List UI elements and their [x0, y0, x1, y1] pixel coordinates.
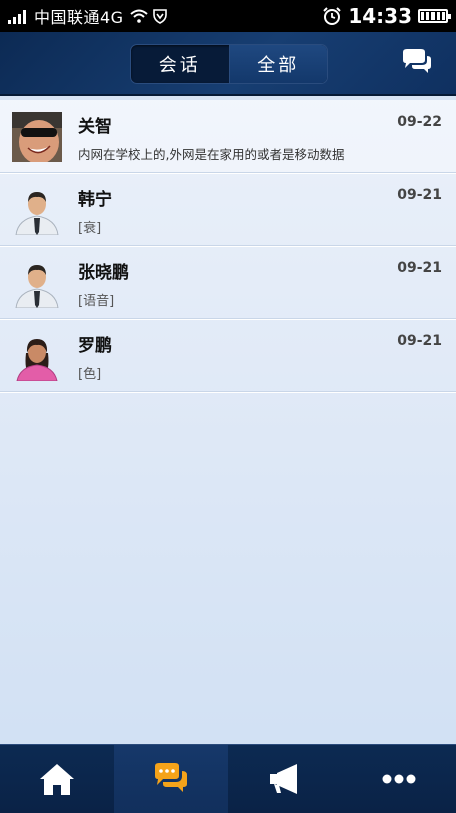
tab-conversations[interactable]: 会话	[131, 45, 229, 83]
message-preview: [衰]	[78, 221, 102, 236]
tab-more[interactable]	[342, 745, 456, 813]
clock: 14:33	[348, 4, 412, 28]
conversation-row[interactable]: 关智 09-22 内网在学校上的,外网是在家用的或者是移动数据	[0, 96, 456, 173]
male-avatar-icon	[15, 192, 59, 235]
conversation-row[interactable]: 张晓鹏 09-21 [语音]	[0, 246, 456, 319]
status-bar: 中国联通4G 14:33	[0, 0, 456, 32]
message-preview: [色]	[78, 367, 102, 382]
signal-icon	[8, 8, 26, 24]
female-avatar-icon	[16, 339, 58, 381]
chat-bubbles-icon[interactable]	[400, 48, 434, 76]
battery-icon	[418, 9, 451, 23]
male-avatar-icon	[15, 265, 59, 308]
conversation-list: 关智 09-22 内网在学校上的,外网是在家用的或者是移动数据 韩宁 09-21…	[0, 96, 456, 392]
conversation-row[interactable]: 韩宁 09-21 [衰]	[0, 173, 456, 246]
more-icon	[382, 774, 416, 784]
app-header: 会话 全部	[0, 32, 456, 96]
message-date: 09-21	[397, 260, 442, 276]
contact-name: 罗鹏	[78, 336, 112, 356]
carrier-label: 中国联通4G	[34, 8, 124, 27]
message-preview: 内网在学校上的,外网是在家用的或者是移动数据	[78, 147, 345, 162]
bottom-tab-bar	[0, 744, 456, 813]
megaphone-icon	[270, 764, 297, 794]
avatar-photo-icon	[12, 112, 62, 162]
tab-broadcast[interactable]	[228, 745, 342, 813]
message-date: 09-21	[397, 187, 442, 203]
conversation-row[interactable]: 罗鹏 09-21 [色]	[0, 319, 456, 392]
segment-control: 会话 全部	[130, 44, 328, 84]
contact-name: 张晓鹏	[78, 263, 129, 283]
contact-name: 关智	[78, 117, 112, 137]
message-date: 09-21	[397, 333, 442, 349]
tab-all[interactable]: 全部	[228, 45, 327, 83]
alarm-icon	[323, 7, 342, 25]
chat-icon	[155, 763, 187, 792]
contact-name: 韩宁	[78, 190, 112, 210]
wifi-icon	[129, 9, 148, 23]
message-date: 09-22	[397, 114, 442, 130]
shield-icon	[152, 9, 167, 24]
tab-chat[interactable]	[114, 745, 228, 813]
tab-home[interactable]	[0, 745, 114, 813]
home-icon	[40, 764, 74, 795]
message-preview: [语音]	[78, 294, 115, 309]
